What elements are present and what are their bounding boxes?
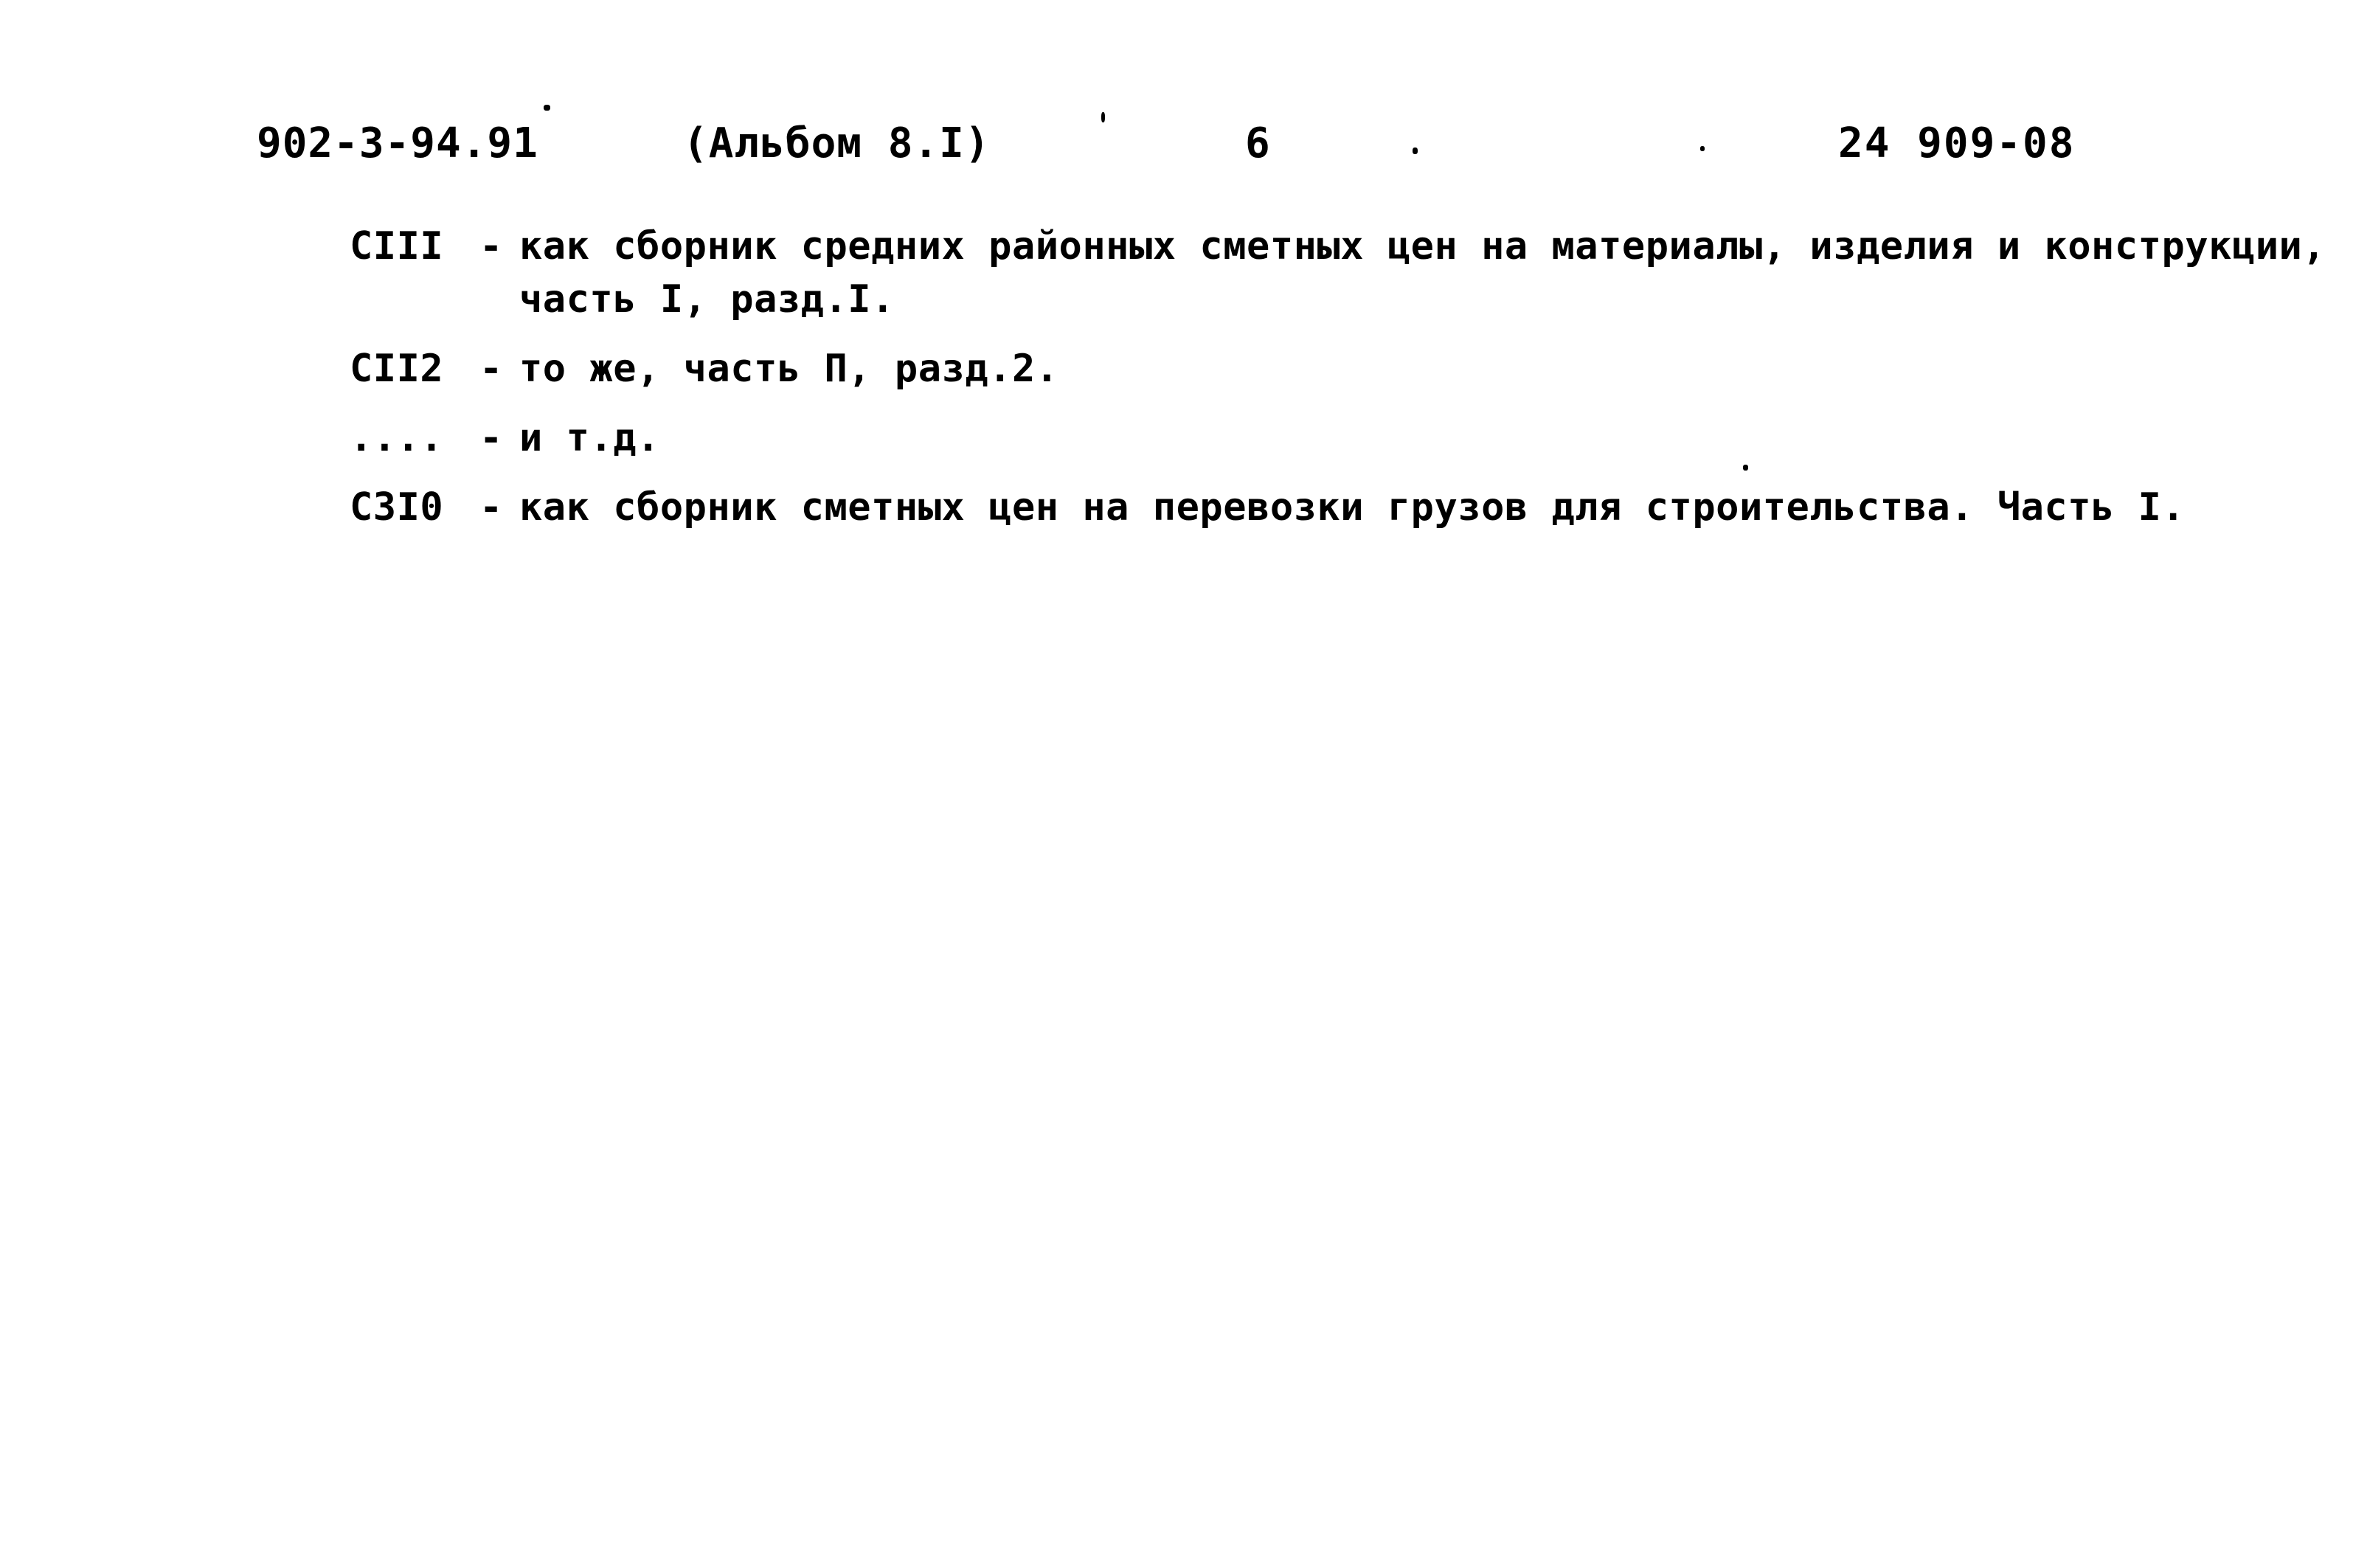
entry-main-line: С3I0- как сборник сметных цен на перевозк… <box>350 481 2185 534</box>
entry-description: то же, часть П, разд.2. <box>519 347 1059 391</box>
list-item: С3I0- как сборник сметных цен на перевозк… <box>350 481 2185 534</box>
album-label: (Альбом 8.I) <box>683 119 991 167</box>
entry-main-line: СIII - как сборник средних районных сметны… <box>350 220 2326 273</box>
entry-dash: - <box>479 416 503 460</box>
entry-main-line: СII2- то же, часть П, разд.2. <box>350 342 2046 395</box>
entry-dash: - <box>479 485 503 530</box>
list-item: СII2- то же, часть П, разд.2. <box>350 342 2046 395</box>
entry-description: как сборник средних районных сметных цен… <box>519 224 2326 268</box>
archive-number: 24 909-08 <box>1838 119 2076 167</box>
page-number: 6 <box>1245 119 1271 167</box>
entry-description: и т.д. <box>519 416 660 460</box>
entry-code: С3I0 <box>350 485 444 530</box>
list-item: СIII - как сборник средних районных сметны… <box>350 220 2326 326</box>
entry-code: СII2 <box>350 347 444 391</box>
scanned-document-page: 902-3-94.91 (Альбом 8.I) 6 24 909-08 СII… <box>0 0 2353 1568</box>
page-header: 902-3-94.91 (Альбом 8.I) 6 24 909-08 <box>0 111 2353 177</box>
dust-speck-icon <box>1413 148 1418 154</box>
entry-code: .... <box>350 416 444 460</box>
document-body: СIII - как сборник средних районных сметны… <box>350 220 2326 550</box>
dust-speck-icon <box>544 105 550 111</box>
dust-speck-icon <box>1743 465 1748 471</box>
document-code: 902-3-94.91 <box>257 119 538 167</box>
dust-speck-icon <box>1700 146 1705 151</box>
entry-code: СIII <box>350 224 444 268</box>
entry-dash: - <box>479 224 503 268</box>
entry-continuation-line: часть I, разд.I. <box>519 277 895 322</box>
dust-speck-icon <box>1101 112 1105 122</box>
entry-dash: - <box>479 347 503 391</box>
entry-main-line: .... - и т.д. <box>350 412 2046 465</box>
entry-description: как сборник сметных цен на перевозки гру… <box>519 485 2186 530</box>
list-item: .... - и т.д. <box>350 412 2046 465</box>
